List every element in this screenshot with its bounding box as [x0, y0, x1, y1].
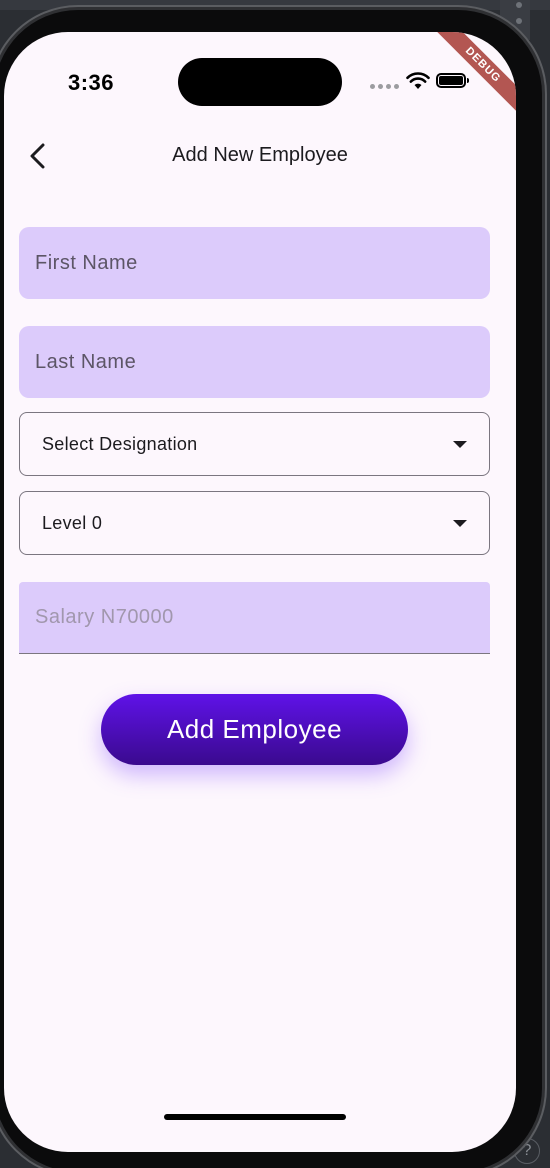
- battery-icon: [436, 73, 469, 88]
- page-title: Add New Employee: [172, 144, 348, 166]
- status-time: 3:36: [68, 70, 115, 95]
- salary-placeholder: Salary N70000: [35, 606, 174, 628]
- dropdown-arrow-icon: [453, 440, 467, 448]
- desktop-background: ? 3:36 DEBUG Add New Employee First Name…: [0, 0, 550, 1168]
- phone-frame: 3:36 DEBUG Add New Employee First Name L…: [0, 10, 542, 1168]
- first-name-input[interactable]: First Name: [19, 227, 490, 299]
- wifi-icon: [406, 72, 430, 89]
- add-employee-button[interactable]: Add Employee: [101, 694, 408, 765]
- designation-selected: Select Designation: [42, 433, 198, 454]
- dropdown-arrow-icon: [453, 519, 467, 527]
- home-indicator[interactable]: [164, 1114, 346, 1120]
- dynamic-island: [178, 58, 342, 106]
- handle-dot: [516, 2, 522, 8]
- cellular-dots-icon: [370, 84, 399, 89]
- level-selected: Level 0: [42, 512, 103, 533]
- desktop-top-strip: [0, 0, 550, 10]
- last-name-input[interactable]: Last Name: [19, 326, 490, 398]
- handle-dot: [516, 18, 522, 24]
- salary-input[interactable]: Salary N70000: [19, 582, 490, 654]
- level-dropdown[interactable]: Level 0: [19, 491, 490, 555]
- phone-screen: 3:36 DEBUG Add New Employee First Name L…: [4, 32, 516, 1152]
- add-employee-label: Add Employee: [166, 714, 343, 744]
- last-name-placeholder: Last Name: [35, 350, 137, 373]
- designation-dropdown[interactable]: Select Designation: [19, 412, 490, 476]
- first-name-placeholder: First Name: [35, 251, 138, 274]
